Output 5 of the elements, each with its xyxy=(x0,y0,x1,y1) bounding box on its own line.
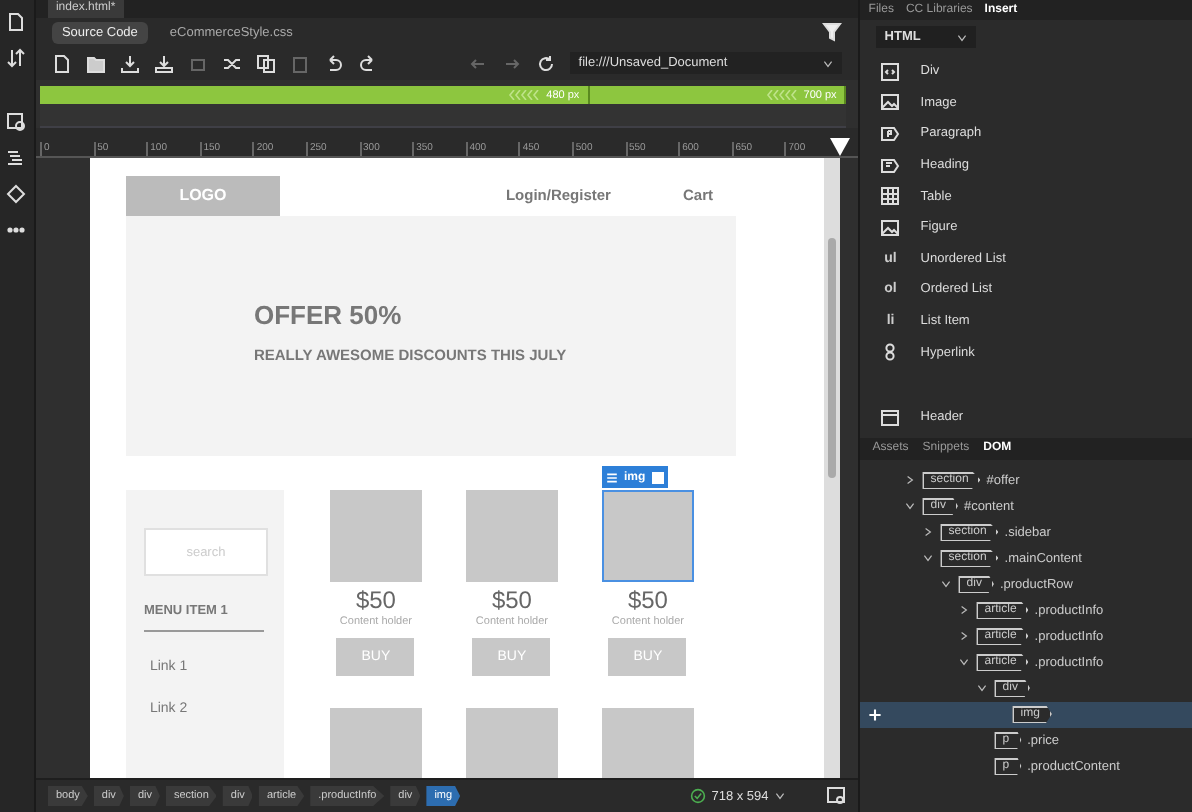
logo-text: LOGO xyxy=(179,186,227,204)
product-price: $50 xyxy=(355,586,396,614)
product-price: $50 xyxy=(627,586,668,614)
product-price: $50 xyxy=(491,586,532,614)
offer-title: OFFER 50% xyxy=(253,300,404,330)
